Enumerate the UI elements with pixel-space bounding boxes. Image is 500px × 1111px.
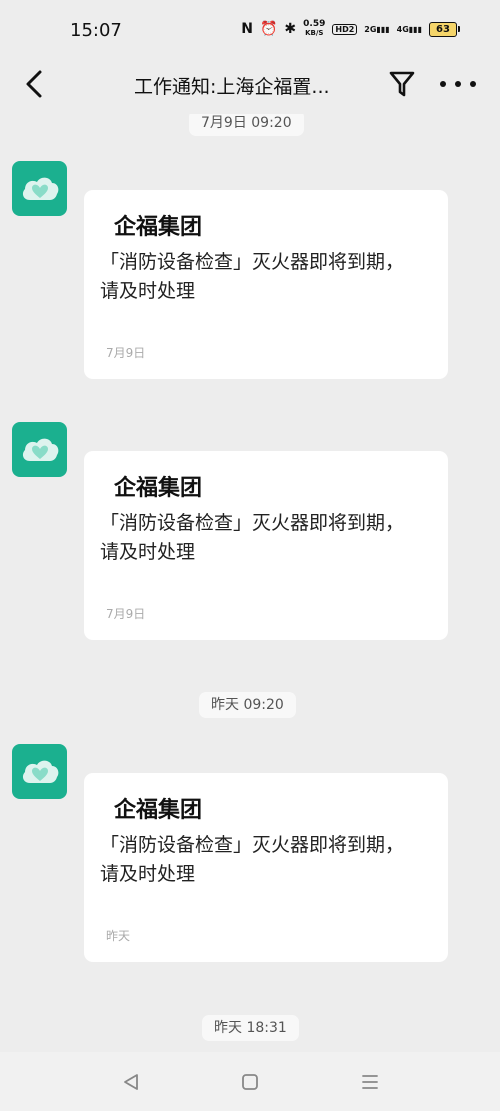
filter-button[interactable] bbox=[388, 68, 416, 100]
more-dot-icon bbox=[470, 81, 476, 87]
time-separator: 7月9日 09:20 bbox=[189, 114, 304, 136]
more-button[interactable] bbox=[440, 68, 476, 100]
signal-4g-label: 4G bbox=[396, 24, 409, 34]
signal-2g-icon: 2G▮▮▮ bbox=[364, 24, 390, 34]
card-body: 「消防设备检查」灭火器即将到期，请及时处理 bbox=[100, 512, 405, 563]
card-body: 「消防设备检查」灭火器即将到期，请及时处理 bbox=[100, 834, 405, 885]
status-time: 15:07 bbox=[70, 20, 122, 41]
cloud-heart-icon bbox=[22, 760, 58, 783]
card-body: 「消防设备检查」灭火器即将到期，请及时处理 bbox=[100, 251, 405, 302]
nav-back-button[interactable] bbox=[118, 1069, 144, 1095]
system-nav-bar bbox=[0, 1052, 500, 1111]
alarm-icon: ⏰ bbox=[259, 21, 278, 37]
time-separator: 昨天 09:20 bbox=[199, 692, 296, 718]
sender-avatar[interactable] bbox=[12, 422, 67, 477]
triangle-back-icon bbox=[124, 1074, 138, 1090]
net-speed: 0.59 KB/S bbox=[303, 20, 325, 38]
sender-avatar[interactable] bbox=[12, 161, 67, 216]
sender-avatar[interactable] bbox=[12, 744, 67, 799]
card-title: 企福集团 bbox=[114, 475, 203, 501]
net-speed-unit: KB/S bbox=[305, 29, 324, 37]
square-home-icon bbox=[242, 1074, 258, 1090]
battery-level: 63 bbox=[429, 21, 457, 37]
cloud-heart-icon bbox=[22, 438, 58, 461]
cloud-heart-icon bbox=[22, 177, 58, 200]
notification-card[interactable]: 企福集团 「消防设备检查」灭火器即将到期，请及时处理 昨天 bbox=[84, 773, 448, 962]
card-date: 7月9日 bbox=[106, 346, 146, 360]
nav-home-button[interactable] bbox=[237, 1069, 263, 1095]
filter-icon bbox=[389, 71, 415, 97]
notification-card[interactable]: 企福集团 「消防设备检查」灭火器即将到期，请及时处理 7月9日 bbox=[84, 190, 448, 379]
hd-icon: HD2 bbox=[332, 23, 358, 35]
card-title: 企福集团 bbox=[114, 214, 203, 240]
signal-4g-icon: 4G▮▮▮ bbox=[396, 24, 422, 34]
card-date: 昨天 bbox=[106, 929, 131, 943]
page-title: 工作通知:上海企福置... bbox=[134, 76, 330, 98]
nav-bar: 工作通知:上海企福置... bbox=[0, 58, 500, 114]
nfc-icon: N bbox=[241, 21, 253, 37]
more-dot-icon bbox=[455, 81, 461, 87]
status-icons: N ⏰ ✱ 0.59 KB/S HD2 2G▮▮▮ 4G▮▮▮ 63 bbox=[241, 20, 460, 38]
card-title: 企福集团 bbox=[114, 797, 203, 823]
nav-menu-button[interactable] bbox=[357, 1069, 383, 1095]
signal-2g-label: 2G bbox=[364, 24, 377, 34]
back-button[interactable] bbox=[22, 68, 50, 100]
notification-card[interactable]: 企福集团 「消防设备检查」灭火器即将到期，请及时处理 7月9日 bbox=[84, 451, 448, 640]
card-date: 7月9日 bbox=[106, 607, 146, 621]
status-bar: 15:07 N ⏰ ✱ 0.59 KB/S HD2 2G▮▮▮ 4G▮▮▮ 63 bbox=[0, 0, 500, 58]
message-list[interactable]: 7月9日 09:20 企福集团 「消防设备检查」灭火器即将到期，请及时处理 7月… bbox=[0, 114, 500, 1052]
net-speed-value: 0.59 bbox=[303, 19, 326, 29]
chevron-left-icon bbox=[26, 70, 42, 98]
time-separator: 昨天 18:31 bbox=[202, 1015, 299, 1041]
bluetooth-icon: ✱ bbox=[284, 21, 297, 37]
more-dot-icon bbox=[440, 81, 446, 87]
battery-icon: 63 bbox=[429, 21, 460, 37]
menu-lines-icon bbox=[362, 1075, 378, 1089]
